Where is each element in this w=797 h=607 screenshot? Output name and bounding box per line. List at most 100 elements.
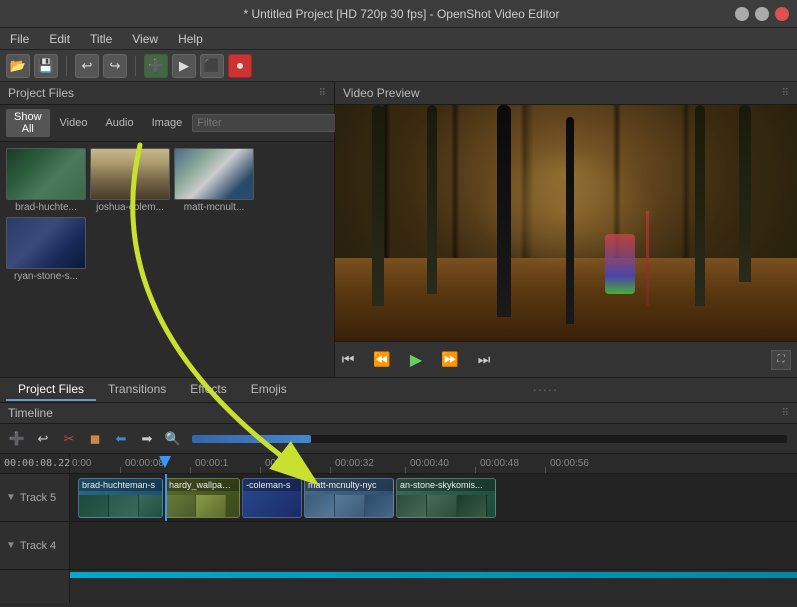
tab-project-files[interactable]: Project Files — [6, 379, 96, 401]
menu-edit[interactable]: Edit — [45, 30, 74, 48]
clip-brad[interactable]: brad-huchteman-s — [78, 478, 163, 518]
redo-button[interactable]: ↪ — [103, 54, 127, 78]
ruler-tick-2 — [190, 467, 191, 473]
file-thumbnail-brad — [6, 148, 86, 200]
timecode-display: 00:00:08.22 — [0, 454, 69, 474]
project-files-header: Project Files ⠿ — [0, 82, 334, 105]
titlebar: * Untitled Project [HD 720p 30 fps] - Op… — [0, 0, 797, 28]
skip-start-button[interactable]: ⏮ — [335, 347, 361, 373]
tab-transitions[interactable]: Transitions — [96, 379, 178, 401]
timeline: Timeline ⠿ ➕ ↩ ✂ ◼ ⬅ ➡ 🔍 00:00:08.22 ▼ T… — [0, 403, 797, 603]
menu-title[interactable]: Title — [86, 30, 116, 48]
clip-wallpaper[interactable]: hardy_wallpaper_ — [165, 478, 240, 518]
clip-mini-thumb — [196, 495, 226, 517]
timeline-zoom-slider[interactable] — [192, 435, 787, 443]
clip-mini-thumb — [79, 495, 109, 517]
resize-handle[interactable]: • • • • • — [529, 382, 560, 399]
arrow-button[interactable]: ➡ — [136, 428, 158, 450]
left-panel: Project Files ⠿ Show All Video Audio Ima… — [0, 82, 335, 377]
ruler-mark-2: 00:00:1 — [195, 458, 228, 469]
clip-mini-thumb — [305, 495, 335, 517]
bottom-tabs: Project Files Transitions Effects Emojis… — [0, 377, 797, 403]
clip-ryan-label: an-stone-skykomis... — [397, 479, 495, 491]
track-expand-icon-4[interactable]: ▼ — [6, 540, 16, 551]
tree-2 — [427, 105, 437, 294]
clip-wallpaper-label: hardy_wallpaper_ — [166, 479, 239, 491]
undo-tl-button[interactable]: ↩ — [32, 428, 54, 450]
clip-ryan-thumbnails — [397, 495, 495, 517]
fullscreen-button[interactable]: ⛶ — [771, 350, 791, 370]
window-title: * Untitled Project [HD 720p 30 fps] - Op… — [68, 7, 735, 21]
filter-tab-all[interactable]: Show All — [6, 109, 50, 137]
timeline-scroll-bar[interactable] — [70, 572, 797, 578]
tracks-area: 0:00 00:00:08 00:00:1 00:00:24 00:00:32 … — [70, 454, 797, 603]
track-row-4 — [70, 522, 797, 570]
minimize-button[interactable] — [735, 7, 749, 21]
skip-end-button[interactable]: ⏭ — [471, 347, 497, 373]
track-label-5: ▼ Track 5 — [0, 474, 69, 522]
filter-tab-image[interactable]: Image — [144, 115, 191, 131]
tab-emojis[interactable]: Emojis — [239, 379, 299, 401]
list-item[interactable]: brad-huchte... — [6, 148, 86, 213]
preview-button[interactable]: ▶ — [172, 54, 196, 78]
undo-button[interactable]: ↩ — [75, 54, 99, 78]
right-panel: Video Preview ⠿ ⏮ — [335, 82, 797, 377]
ruler-mark-5: 00:00:40 — [410, 458, 449, 469]
maximize-button[interactable] — [755, 7, 769, 21]
tab-effects[interactable]: Effects — [178, 379, 238, 401]
clip-mini-thumb — [109, 495, 139, 517]
timeline-ruler: 0:00 00:00:08 00:00:1 00:00:24 00:00:32 … — [70, 454, 797, 474]
playhead[interactable] — [165, 474, 167, 521]
file-thumbnail-ryan — [6, 217, 86, 269]
clip-mini-thumb — [365, 495, 393, 517]
red-element — [646, 211, 649, 305]
rewind-button[interactable]: ⏪ — [369, 347, 395, 373]
menu-help[interactable]: Help — [174, 30, 207, 48]
open-button[interactable]: 📂 — [6, 54, 30, 78]
save-button[interactable]: 💾 — [34, 54, 58, 78]
menu-view[interactable]: View — [128, 30, 162, 48]
timeline-toolbar: ➕ ↩ ✂ ◼ ⬅ ➡ 🔍 — [0, 424, 797, 454]
close-button[interactable] — [775, 7, 789, 21]
forest-figure — [605, 234, 635, 294]
file-label-matt: matt-mcnult... — [174, 202, 254, 213]
fast-forward-button[interactable]: ⏩ — [437, 347, 463, 373]
record-button[interactable]: ⏺ — [228, 54, 252, 78]
list-item[interactable]: matt-mcnult... — [174, 148, 254, 213]
ruler-mark-3: 00:00:24 — [265, 458, 304, 469]
filter-input[interactable] — [192, 114, 344, 132]
file-thumbnail-matt — [174, 148, 254, 200]
export-button[interactable]: ⬛ — [200, 54, 224, 78]
clip-mini-thumb — [166, 495, 196, 517]
preview-screen[interactable] — [335, 105, 797, 341]
track-label-4: ▼ Track 4 — [0, 522, 69, 570]
menu-file[interactable]: File — [6, 30, 33, 48]
clip-coleman[interactable]: -coleman-s — [242, 478, 302, 518]
tree-6 — [566, 117, 574, 325]
list-item[interactable]: ryan-stone-s... — [6, 217, 86, 282]
clip-matt[interactable]: matt-mcnulty-nyc — [304, 478, 394, 518]
filter-tab-audio[interactable]: Audio — [97, 115, 141, 131]
cut-button[interactable]: ✂ — [58, 428, 80, 450]
timeline-main: 00:00:08.22 ▼ Track 5 ▼ Track 4 0:00 00:… — [0, 454, 797, 603]
zoom-in-button[interactable]: 🔍 — [162, 428, 184, 450]
toolbar-separator-1 — [66, 56, 67, 76]
project-files-title: Project Files — [8, 86, 74, 100]
clip-coleman-label: -coleman-s — [243, 479, 301, 491]
window-controls[interactable] — [735, 7, 789, 21]
tree-4 — [695, 105, 705, 306]
play-button[interactable]: ▶ — [403, 347, 429, 373]
razor-button[interactable]: ⬅ — [110, 428, 132, 450]
track-expand-icon-5[interactable]: ▼ — [6, 492, 16, 503]
add-track-button[interactable]: ➕ — [6, 428, 28, 450]
timecode-value: 00:00:08.22 — [4, 458, 70, 469]
snap-button[interactable]: ◼ — [84, 428, 106, 450]
filter-tab-video[interactable]: Video — [52, 115, 96, 131]
clip-matt-label: matt-mcnulty-nyc — [305, 479, 393, 491]
add-button[interactable]: ➕ — [144, 54, 168, 78]
clip-ryan[interactable]: an-stone-skykomis... — [396, 478, 496, 518]
clip-wallpaper-thumbnails — [166, 495, 239, 517]
list-item[interactable]: joshua-colem... — [90, 148, 170, 213]
file-thumbnail-joshua — [90, 148, 170, 200]
track-row-5: brad-huchteman-s hardy_wallpaper_ - — [70, 474, 797, 522]
